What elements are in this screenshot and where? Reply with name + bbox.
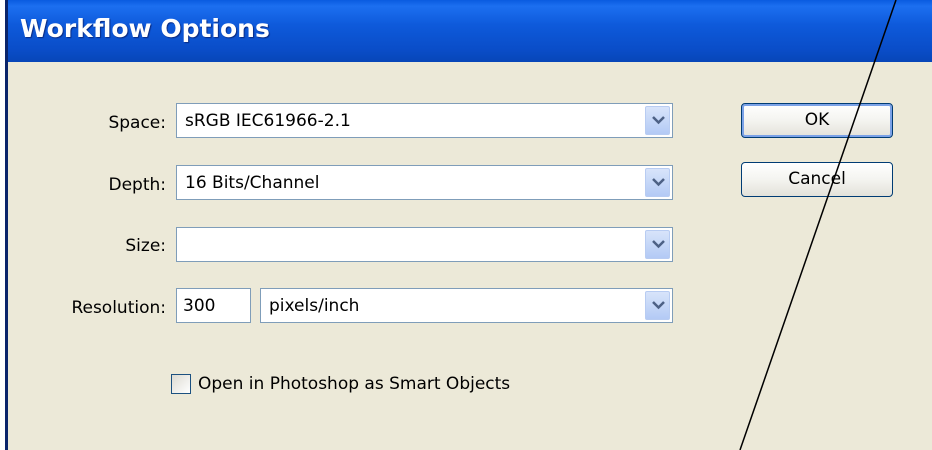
chevron-down-icon <box>652 116 665 125</box>
smart-objects-checkbox[interactable] <box>171 374 191 394</box>
resolution-value: 300 <box>183 296 216 316</box>
cancel-button[interactable]: Cancel <box>741 162 893 197</box>
resolution-input[interactable]: 300 <box>176 288 251 323</box>
depth-value: 16 Bits/Channel <box>185 173 320 193</box>
space-value: sRGB IEC61966-2.1 <box>185 111 351 131</box>
window-title: Workflow Options <box>20 14 270 43</box>
size-select[interactable] <box>176 227 673 262</box>
size-dropdown-button[interactable] <box>645 230 670 259</box>
space-dropdown-button[interactable] <box>645 106 670 135</box>
depth-select[interactable]: 16 Bits/Channel <box>176 165 673 200</box>
resolution-unit-value: pixels/inch <box>269 296 360 316</box>
smart-objects-label[interactable]: Open in Photoshop as Smart Objects <box>198 374 510 394</box>
space-select[interactable]: sRGB IEC61966-2.1 <box>176 103 673 138</box>
title-bar[interactable]: Workflow Options <box>8 0 932 62</box>
size-label: Size: <box>125 236 166 256</box>
resolution-label: Resolution: <box>71 298 166 318</box>
ok-button[interactable]: OK <box>741 103 893 138</box>
chevron-down-icon <box>652 240 665 249</box>
space-label: Space: <box>108 113 166 133</box>
chevron-down-icon <box>652 178 665 187</box>
depth-label: Depth: <box>108 175 166 195</box>
depth-dropdown-button[interactable] <box>645 168 670 197</box>
chevron-down-icon <box>652 301 665 310</box>
resolution-unit-dropdown-button[interactable] <box>645 291 670 320</box>
resolution-unit-select[interactable]: pixels/inch <box>260 288 673 323</box>
workflow-options-dialog: Workflow Options Space: sRGB IEC61966-2.… <box>5 0 932 450</box>
